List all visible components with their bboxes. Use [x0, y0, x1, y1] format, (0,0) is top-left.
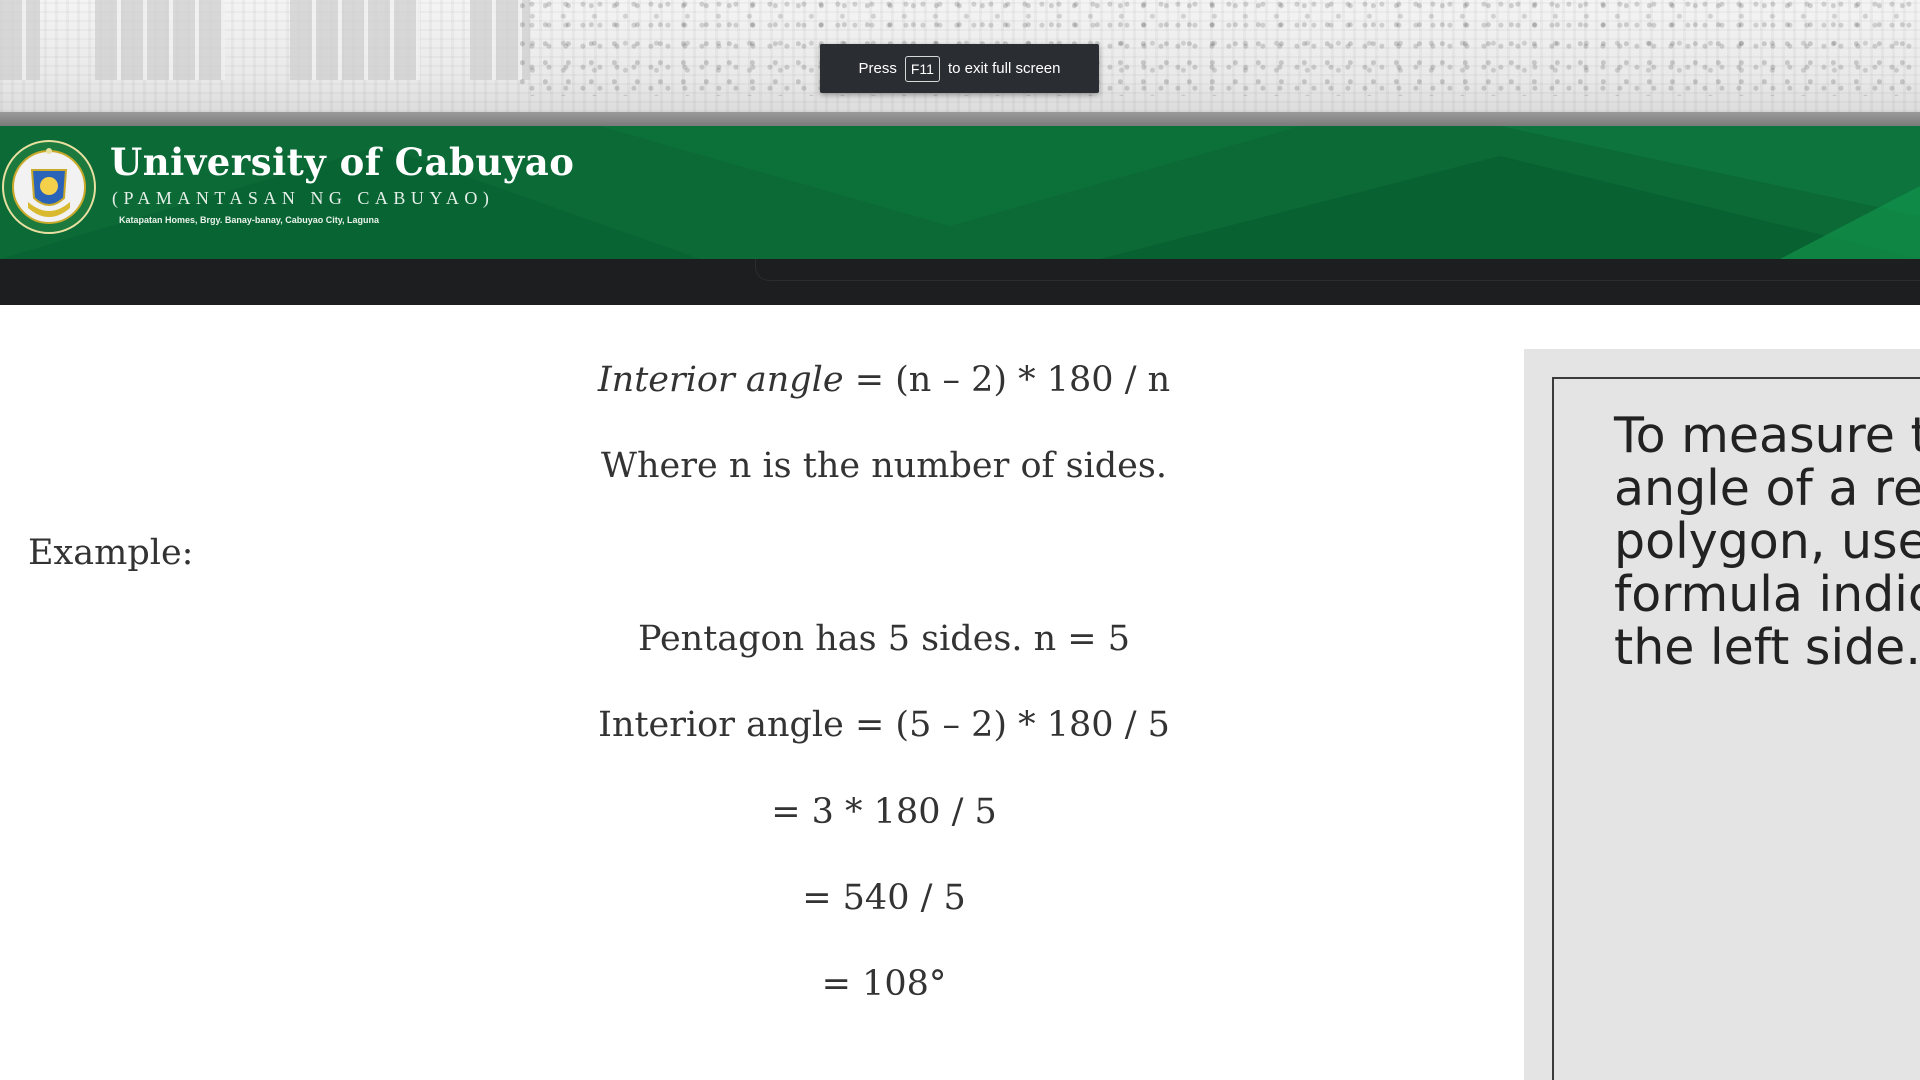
university-banner: University of Cabuyao (PAMANTASAN NG CAB…	[0, 126, 1920, 259]
university-subtitle: (PAMANTASAN NG CABUYAO)	[112, 188, 495, 208]
fullscreen-exit-toast: Press F11 to exit full screen	[820, 44, 1099, 93]
toast-press-text: Press	[858, 60, 897, 77]
calculation-step-3: = 540 / 5	[802, 878, 966, 918]
nav-accent	[755, 259, 1920, 281]
header-divider	[0, 112, 1920, 126]
where-text: Where n is the number of sides.	[601, 446, 1167, 486]
calculation-step-2: = 3 * 180 / 5	[771, 792, 997, 832]
navigation-bar	[0, 259, 1920, 305]
university-address: Katapatan Homes, Brgy. Banay-banay, Cabu…	[119, 215, 380, 225]
formula-expression: = (n – 2) * 180 / n	[843, 360, 1171, 400]
instruction-box: To measure t angle of a re polygon, use …	[1552, 377, 1920, 1080]
university-seal-logo	[2, 140, 96, 234]
f11-key: F11	[904, 55, 940, 82]
trees-image	[520, 0, 1920, 96]
building-image	[95, 0, 225, 80]
formula-label: Interior angle	[597, 360, 844, 400]
example-label: Example:	[28, 533, 194, 573]
university-name: University of Cabuyao	[110, 140, 575, 184]
building-image	[0, 0, 40, 80]
formula-line: Interior angle = (n – 2) * 180 / n	[598, 360, 1170, 400]
pentagon-text: Pentagon has 5 sides. n = 5	[637, 619, 1131, 659]
calculation-step-1: Interior angle = (5 – 2) * 180 / 5	[598, 705, 1170, 745]
building-image	[290, 0, 420, 80]
calculation-result: = 108°	[821, 964, 947, 1004]
instruction-text: To measure t angle of a re polygon, use …	[1614, 407, 1920, 676]
toast-message: to exit full screen	[947, 60, 1061, 77]
